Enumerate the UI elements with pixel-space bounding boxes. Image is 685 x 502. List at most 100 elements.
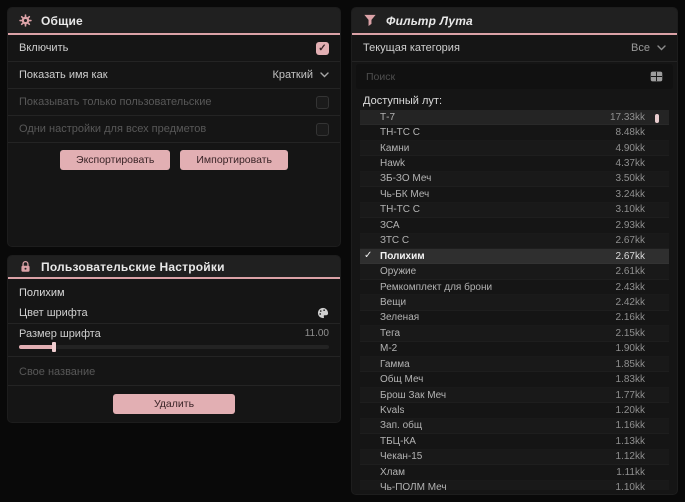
item-name: Камни [380,142,410,154]
list-item[interactable]: Чь-ПОЛМ Меч 1.10kk [360,480,669,490]
list-item[interactable]: ЗТС С 2.67kk [360,233,669,249]
item-value: 2.43kk [615,281,645,293]
scrollbar-thumb[interactable] [655,114,659,123]
available-loot-label: Доступный лут: [363,95,443,107]
palette-icon[interactable] [317,307,329,319]
enable-label: Включить [19,42,69,54]
item-name: Ремкомплект для брони [380,281,493,293]
list-item[interactable]: Hawk 4.37kk [360,156,669,171]
export-button[interactable]: Экспортировать [60,150,171,170]
slider-handle[interactable] [52,342,56,352]
item-name: Чь-БК Меч [380,188,430,200]
search-input[interactable] [366,70,650,83]
item-name: Полихим [380,250,425,262]
item-value: 1.16kk [615,420,645,432]
item-value: 1.90kk [615,343,645,355]
right-column: Фильтр Лута Текущая категория Все Поиск … [352,8,677,494]
item-value: 1.11kk [616,466,645,478]
list-item[interactable]: Тега 2.15kk [360,326,669,342]
list-item[interactable]: Оружие 2.61kk [360,264,669,280]
only-custom-checkbox[interactable] [316,95,329,109]
same-settings-label: Одни настройки для всех предметов [19,123,207,135]
list-item[interactable]: Вещи 2.42kk [360,295,669,311]
category-dropdown[interactable]: Все [631,42,666,54]
item-value: 2.61kk [615,266,645,278]
item-value: 1.13kk [615,435,645,447]
show-name-dropdown[interactable]: Краткий [272,69,329,81]
gear-icon [19,14,32,27]
setting-row-show-name: Показать имя как Краткий [8,62,340,89]
delete-row: Удалить [8,386,340,422]
item-value: 2.42kk [615,296,645,308]
custom-name-input[interactable] [19,366,329,378]
list-item[interactable]: ТН-ТС С 8.48kk [360,125,669,140]
general-panel-title: Общие [41,13,83,28]
item-name: Вещи [380,296,407,308]
item-value: 4.90kk [615,142,645,154]
list-item[interactable]: Гамма 1.85kk [360,357,669,373]
list-item[interactable]: Kvals 1.20kk [360,403,669,418]
item-name: Оружие [380,266,417,278]
check-icon: ✓ [364,249,373,261]
item-value: 2.67kk [615,235,645,247]
item-name: Чекан-15 [380,451,423,463]
list-item[interactable]: ТБЦ-КА 1.13kk [360,434,669,449]
item-value: 4.37kk [615,158,645,170]
item-value: 2.93kk [615,219,645,231]
item-name: М-2 [380,343,398,355]
loot-filter-panel: Фильтр Лута Текущая категория Все Поиск … [352,8,677,494]
item-value: 1.85kk [615,358,645,370]
show-name-value: Краткий [272,69,313,81]
funnel-icon [363,14,377,27]
same-settings-checkbox[interactable] [316,122,329,136]
item-name: Хлам [380,466,405,478]
list-item[interactable]: Ремкомплект для брони 2.43kk [360,280,669,295]
list-item[interactable]: Зеленая 2.16kk [360,311,669,326]
list-item[interactable]: Камни 4.90kk [360,140,669,157]
list-item[interactable]: Чекан-15 1.12kk [360,449,669,466]
setting-row-same-settings: Одни настройки для всех предметов [8,116,340,143]
enable-checkbox[interactable]: ✓ [316,41,329,55]
list-item[interactable]: ЗСА 2.93kk [360,218,669,233]
font-size-slider[interactable] [19,342,329,352]
list-item[interactable]: М-2 1.90kk [360,342,669,357]
custom-name-row [8,357,340,386]
delete-button[interactable]: Удалить [113,394,235,414]
item-value: 2.67kk [615,250,645,262]
item-value: 1.20kk [615,405,645,417]
chevron-down-icon [320,69,329,81]
item-name: ЗТС С [380,235,410,247]
import-button[interactable]: Импортировать [180,150,288,170]
item-value: 1.12kk [615,451,645,463]
general-panel-header: Общие [8,8,340,35]
loot-filter-title: Фильтр Лута [386,13,473,28]
font-size-row: Размер шрифта 11.00 [8,324,340,357]
only-custom-label: Показывать только пользовательские [19,96,212,108]
user-settings-header: Пользовательские Настройки [8,256,340,279]
selected-item-name: Полихим [19,287,65,299]
category-row: Текущая категория Все [352,35,677,62]
list-item[interactable]: Общ Меч 1.83kk [360,372,669,387]
list-item[interactable]: Чь-БК Меч 3.24kk [360,187,669,202]
app-root: Общие Включить ✓ Показать имя как Кратки… [0,0,685,502]
list-item[interactable]: Т-7 17.33kk [360,110,669,126]
show-name-label: Показать имя как [19,69,108,81]
item-name: Чь-ПОЛМ Меч [380,482,447,490]
item-value: 3.50kk [615,173,645,185]
list-item[interactable]: Зап. общ 1.16kk [360,418,669,435]
setting-row-enable: Включить ✓ [8,35,340,62]
item-name: Тега [380,327,401,339]
item-value: 2.16kk [615,312,645,324]
item-name: Общ Меч [380,374,424,386]
item-name: ТН-ТС С [380,127,420,139]
list-item[interactable]: ТН-ТС С 3.10kk [360,202,669,219]
list-item[interactable]: Брош Зак Меч 1.77kk [360,387,669,404]
list-item[interactable]: ЗБ-ЗО Меч 3.50kk [360,171,669,188]
loot-list: Т-7 17.33kk ТН-ТС С 8.48kk Камни 4.90kk Hawk 4.… [360,110,669,490]
item-name: Т-7 [380,111,395,123]
list-item[interactable]: Хлам 1.11kk [360,465,669,480]
item-name: Hawk [380,158,406,170]
item-name: ЗСА [380,219,400,231]
list-item[interactable]: ✓ Полихим 2.67kk [360,248,669,265]
grid-icon[interactable] [650,71,663,82]
